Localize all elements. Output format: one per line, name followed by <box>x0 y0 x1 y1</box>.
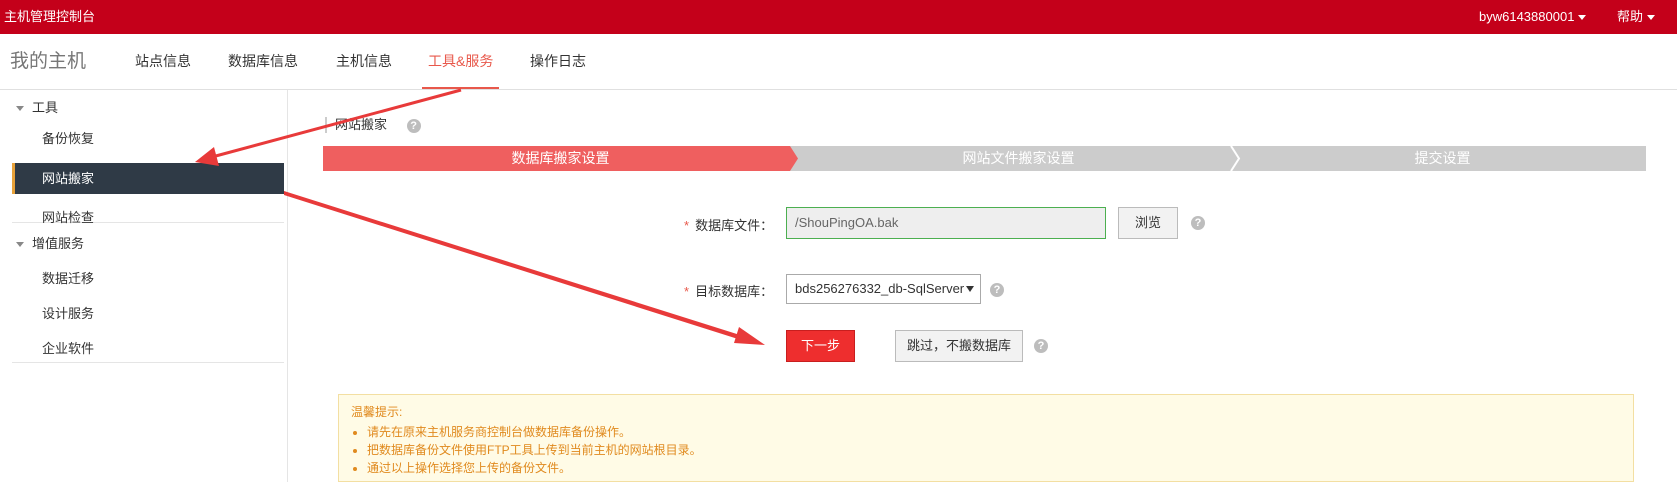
section-title: 网站搬家 ? <box>325 117 421 133</box>
caret-down-icon <box>16 242 24 248</box>
chevron-down-icon <box>1578 15 1587 21</box>
arrow-to-next-shaft <box>284 191 740 339</box>
target-db-label: * 目标数据库： <box>684 281 773 300</box>
target-db-value: bds256276332_db-SqlServer <box>795 281 965 296</box>
sidebar-divider <box>12 362 284 363</box>
tab-site-info[interactable]: 站点信息 <box>135 34 191 89</box>
sidebar-item-backup-restore[interactable]: 备份恢复 <box>42 128 94 147</box>
chevron-down-icon <box>966 286 974 292</box>
help-icon[interactable]: ? <box>1034 339 1048 353</box>
caret-down-icon <box>16 106 24 112</box>
user-menu[interactable]: byw6143880001 <box>1479 0 1587 34</box>
console-title: 主机管理控制台 <box>4 9 96 24</box>
sidebar-group-label: 工具 <box>32 100 59 115</box>
top-bar: 主机管理控制台 byw6143880001 帮助 <box>0 0 1677 34</box>
tips-notice: 温馨提示: 请先在原来主机服务商控制台做数据库备份操作。 把数据库备份文件使用F… <box>338 394 1634 482</box>
help-menu[interactable]: 帮助 <box>1617 0 1656 34</box>
tab-host-info[interactable]: 主机信息 <box>336 34 392 89</box>
sidebar-item-enterprise-software[interactable]: 企业软件 <box>42 338 94 357</box>
sidebar-item-label: 网站搬家 <box>42 171 95 186</box>
section-title-text: 网站搬家 <box>335 117 388 132</box>
db-file-label-text: 数据库文件： <box>695 218 774 233</box>
db-file-label: * 数据库文件： <box>684 215 773 234</box>
notice-tip: 把数据库备份文件使用FTP工具上传到当前主机的网站根目录。 <box>353 441 702 458</box>
help-icon[interactable]: ? <box>990 283 1004 297</box>
tab-tools-services-label: 工具&服务 <box>428 53 494 69</box>
browse-button[interactable]: 浏览 <box>1118 207 1178 239</box>
main-nav: 我的主机 站点信息 数据库信息 主机信息 工具&服务 操作日志 <box>0 34 1677 90</box>
target-db-select[interactable]: bds256276332_db-SqlServer <box>786 274 981 304</box>
help-label: 帮助 <box>1617 9 1644 24</box>
sidebar-item-website-check[interactable]: 网站检查 <box>42 207 94 226</box>
progress-steps: 数据库搬家设置 网站文件搬家设置 提交设置 <box>323 146 1646 171</box>
target-db-label-text: 目标数据库： <box>695 284 774 299</box>
db-file-input[interactable]: /ShouPingOA.bak <box>786 207 1106 239</box>
chevron-down-icon <box>1647 15 1656 21</box>
page-title: 我的主机 <box>10 51 87 72</box>
username: byw6143880001 <box>1479 9 1575 24</box>
sidebar-group-label: 增值服务 <box>32 236 85 251</box>
tab-tools-services[interactable]: 工具&服务 <box>422 34 500 89</box>
notice-title: 温馨提示: <box>351 405 403 419</box>
help-icon[interactable]: ? <box>1191 216 1205 230</box>
sidebar-group-tools[interactable]: 工具 <box>16 97 58 116</box>
notice-tip: 请先在原来主机服务商控制台做数据库备份操作。 <box>353 423 631 440</box>
sidebar: 工具 备份恢复 增值服务 数据迁移 设计服务 企业软件 <box>0 90 288 482</box>
tab-operation-log[interactable]: 操作日志 <box>530 34 586 89</box>
required-marker: * <box>684 218 690 233</box>
sidebar-item-design-service[interactable]: 设计服务 <box>42 303 94 322</box>
help-icon[interactable]: ? <box>406 119 421 133</box>
sidebar-item-data-migration[interactable]: 数据迁移 <box>42 268 94 287</box>
sidebar-item-website-move[interactable]: 网站搬家 <box>12 163 284 194</box>
next-button[interactable]: 下一步 <box>786 330 855 362</box>
active-tab-underline <box>422 87 500 89</box>
step-files-move: 网站文件搬家设置 <box>962 150 1075 166</box>
step-submit: 提交设置 <box>1414 150 1471 166</box>
skip-database-button[interactable]: 跳过，不搬数据库 <box>895 330 1023 362</box>
sidebar-group-value-added[interactable]: 增值服务 <box>16 233 84 252</box>
notice-tip: 通过以上操作选择您上传的备份文件。 <box>353 459 571 476</box>
step-database-move: 数据库搬家设置 <box>511 150 610 166</box>
tab-database-info[interactable]: 数据库信息 <box>228 34 298 89</box>
required-marker: * <box>684 284 690 299</box>
arrow-to-next-head <box>734 327 765 345</box>
